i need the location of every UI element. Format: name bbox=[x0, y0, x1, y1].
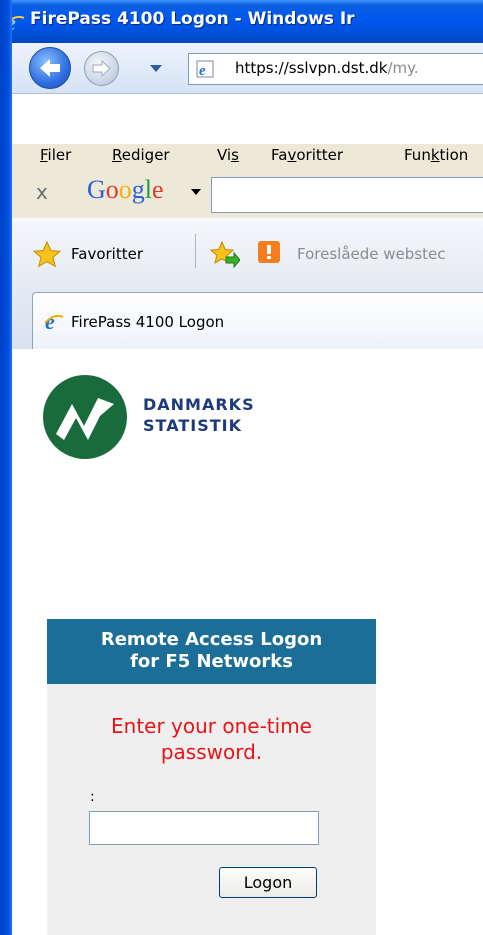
ie-page-icon: e bbox=[44, 310, 64, 332]
favorites-button-label[interactable]: Favoritter bbox=[71, 245, 143, 263]
menu-filer[interactable]: Filer bbox=[40, 146, 71, 164]
suggested-sites-icon[interactable] bbox=[258, 241, 280, 263]
brand-name: DANMARKS STATISTIK bbox=[143, 394, 255, 436]
otp-field-label: : bbox=[90, 789, 95, 805]
forward-button[interactable] bbox=[84, 51, 119, 86]
navigation-bar: e https://sslvpn.dst.dk/my. bbox=[0, 43, 483, 94]
tab-strip: e FirePass 4100 Logon bbox=[0, 282, 483, 350]
info-bulb-icon bbox=[267, 245, 271, 259]
google-menu-caret-icon[interactable] bbox=[191, 189, 201, 196]
danmarks-statistik-logo bbox=[43, 375, 127, 459]
back-arrow-icon bbox=[40, 59, 60, 77]
page-content: DANMARKS STATISTIK Remote Access Logon f… bbox=[12, 349, 483, 935]
google-toolbar: x Google bbox=[0, 173, 483, 219]
add-to-favorites-icon[interactable] bbox=[210, 240, 240, 268]
history-dropdown-icon[interactable] bbox=[149, 64, 163, 74]
google-search-input[interactable] bbox=[211, 177, 483, 213]
tab-firepass-logon[interactable]: e FirePass 4100 Logon bbox=[32, 292, 483, 349]
window-titlebar: e FirePass 4100 Logon - Windows Ir bbox=[0, 0, 483, 43]
close-toolbar-button[interactable]: x bbox=[36, 180, 48, 204]
login-panel: Remote Access Logon for F5 Networks Ente… bbox=[47, 619, 376, 935]
otp-prompt-line-2: password. bbox=[160, 740, 263, 764]
toolbar-separator bbox=[195, 234, 196, 268]
google-logo[interactable]: Google bbox=[87, 175, 164, 205]
menu-funktioner[interactable]: Funktion bbox=[404, 146, 468, 164]
window-left-border bbox=[0, 0, 12, 935]
login-header-line-2: for F5 Networks bbox=[130, 651, 293, 672]
forward-arrow-icon bbox=[92, 59, 111, 78]
back-button[interactable] bbox=[29, 47, 71, 89]
login-header: Remote Access Logon for F5 Networks bbox=[47, 619, 376, 684]
address-bar[interactable]: e https://sslvpn.dst.dk/my. bbox=[188, 53, 483, 85]
suggested-sites-label[interactable]: Foreslåede webstec bbox=[297, 245, 445, 263]
favorites-bar: Favoritter Foreslåede webstec bbox=[0, 218, 483, 283]
tab-title: FirePass 4100 Logon bbox=[71, 313, 225, 331]
menu-favoritter[interactable]: Favoritter bbox=[271, 146, 343, 164]
login-header-line-1: Remote Access Logon bbox=[100, 629, 323, 650]
otp-prompt-line-1: Enter your one-time bbox=[111, 714, 312, 738]
favorites-star-icon[interactable] bbox=[32, 240, 62, 268]
otp-prompt: Enter your one-time password. bbox=[47, 713, 376, 765]
brand-line-1: DANMARKS bbox=[143, 395, 255, 414]
url-text: https://sslvpn.dst.dk/my. bbox=[235, 59, 419, 77]
menu-rediger[interactable]: Rediger bbox=[112, 146, 170, 164]
svg-text:e: e bbox=[199, 63, 206, 78]
window-title: FirePass 4100 Logon - Windows Ir bbox=[30, 9, 355, 29]
brand-line-2: STATISTIK bbox=[143, 416, 242, 435]
otp-password-input[interactable] bbox=[89, 811, 319, 845]
menu-bar: Filer Rediger Vis Favoritter Funktion bbox=[0, 144, 483, 173]
logon-button[interactable]: Logon bbox=[219, 867, 317, 898]
page-ie-icon: e bbox=[196, 60, 214, 78]
menu-vis[interactable]: Vis bbox=[217, 146, 239, 164]
